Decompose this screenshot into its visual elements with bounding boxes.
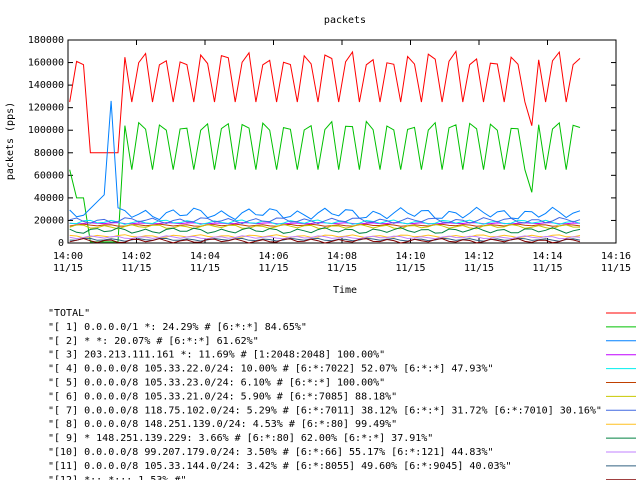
y-tick-label: 120000 (28, 103, 64, 114)
legend-label-0: "TOTAL" (48, 308, 90, 319)
x-tick-label: 14:10 (395, 251, 425, 262)
y-tick-label: 140000 (28, 80, 64, 91)
y-axis-label: packets (pps) (5, 102, 16, 180)
y-tick-label: 180000 (28, 35, 64, 46)
y-axis: 0 20000 40000 60000 80000 100000 120000 140000 1… (28, 35, 616, 249)
legend-label-7: "[ 7] 0.0.0.0/8 118.75.102.0/24: 5.29% #… (48, 405, 602, 416)
series-line-10 (69, 235, 581, 240)
series-line-2 (69, 100, 581, 221)
packets-chart: packets 0 20000 40000 60000 80000 100000 12000… (5, 15, 636, 480)
series-line-0 (69, 49, 581, 154)
x-tick-label: 14:08 (327, 251, 357, 262)
x-tick-label: 11/15 (327, 263, 357, 274)
legend-label-9: "[ 9] * 148.251.139.229: 3.66% # [6:*:80… (48, 433, 433, 444)
x-tick-label: 14:06 (258, 251, 288, 262)
x-axis-label: Time (333, 285, 357, 296)
legend: "TOTAL" "[ 1] 0.0.0.0/1 *: 24.29% # [6:*:… (48, 308, 636, 480)
x-tick-label: 14:02 (121, 251, 151, 262)
legend-label-8: "[ 8] 0.0.0.0/8 148.251.139.0/24: 4.53% … (48, 419, 397, 430)
x-tick-label: 11/15 (395, 263, 425, 274)
series-lines (69, 49, 581, 244)
y-tick-label: 100000 (28, 125, 64, 136)
series-line-5 (69, 223, 581, 227)
x-tick-label: 11/15 (464, 263, 494, 274)
legend-label-6: "[ 6] 0.0.0.0/8 105.33.21.0/24: 5.90% # … (48, 391, 397, 402)
y-tick-label: 20000 (34, 215, 64, 226)
legend-label-1: "[ 1] 0.0.0.0/1 *: 24.29% # [6:*:*] 84.6… (48, 322, 307, 333)
x-tick-label: 11/15 (601, 263, 631, 274)
x-tick-label: 14:04 (190, 251, 220, 262)
x-tick-label: 11/15 (190, 263, 220, 274)
x-tick-label: 11/15 (53, 263, 83, 274)
legend-label-10: "[10] 0.0.0.0/8 99.207.179.0/24: 3.50% #… (48, 447, 494, 458)
legend-label-11: "[11] 0.0.0.0/8 105.33.144.0/24: 3.42% #… (48, 461, 512, 472)
y-tick-label: 160000 (28, 58, 64, 69)
y-tick-label: 0 (58, 238, 64, 249)
x-tick-label: 11/15 (258, 263, 288, 274)
legend-label-3: "[ 3] 203.213.111.161 *: 11.69% # [1:204… (48, 350, 385, 361)
y-tick-label: 60000 (34, 170, 64, 181)
x-tick-label: 14:16 (601, 251, 631, 262)
x-tick-label: 11/15 (121, 263, 151, 274)
legend-label-12: "[12] *:: *::: 1.53% #" (48, 475, 186, 480)
y-tick-label: 40000 (34, 193, 64, 204)
x-tick-label: 11/15 (532, 263, 562, 274)
x-tick-label: 14:00 (53, 251, 83, 262)
x-tick-label: 14:12 (464, 251, 494, 262)
legend-label-2: "[ 2] * *: 20.07% # [6:*:*] 61.62%" (48, 336, 259, 347)
x-tick-label: 14:14 (532, 251, 562, 262)
chart-title: packets (324, 15, 366, 26)
legend-label-4: "[ 4] 0.0.0.0/8 105.33.22.0/24: 10.00% #… (48, 364, 494, 375)
series-line-11 (69, 237, 581, 242)
legend-label-5: "[ 5] 0.0.0.0/8 105.33.23.0/24: 6.10% # … (48, 378, 385, 389)
y-tick-label: 80000 (34, 148, 64, 159)
